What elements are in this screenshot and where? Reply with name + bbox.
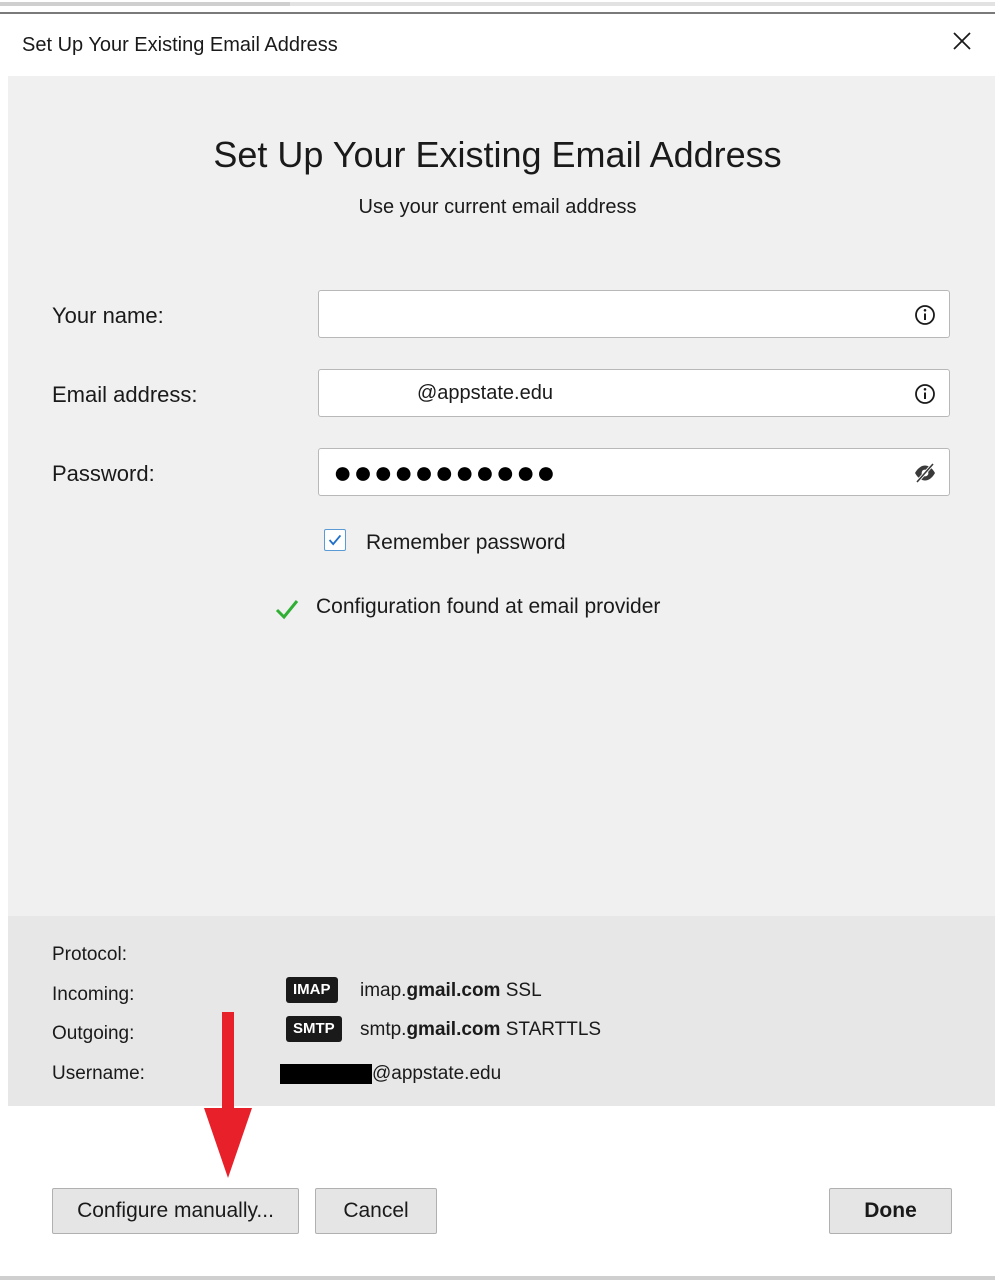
password-label-text: Password: <box>52 461 155 486</box>
incoming-host-domain: gmail.com <box>406 980 501 1001</box>
username-value: @appstate.edu <box>372 1063 502 1084</box>
outgoing-label: Outgoing: <box>52 1023 135 1044</box>
incoming-server: imap.gmail.com SSL <box>360 980 542 1002</box>
cancel-button[interactable]: Cancel <box>315 1188 437 1234</box>
protocol-label: Protocol: <box>52 944 127 965</box>
email-value: @appstate.edu <box>417 382 553 404</box>
info-icon[interactable] <box>913 382 937 406</box>
redaction-bar <box>280 1064 372 1084</box>
password-field[interactable]: ●●●●●●●●●●● <box>318 448 950 496</box>
email-label-text: Email address: <box>52 382 198 407</box>
top-edge-strip <box>290 2 995 6</box>
outgoing-host-prefix: smtp. <box>360 1019 407 1040</box>
email-label: Email address: <box>52 382 198 408</box>
password-dots: ●●●●●●●●●●● <box>333 454 557 490</box>
remember-password-checkbox[interactable] <box>324 529 346 551</box>
checkmark-icon <box>328 534 342 546</box>
incoming-security: SSL <box>505 980 542 1001</box>
incoming-label: Incoming: <box>52 984 135 1005</box>
page-subheading: Use your current email address <box>358 196 637 218</box>
red-arrow-annotation <box>204 1012 252 1178</box>
config-summary-panel <box>8 916 995 1106</box>
password-label: Password: <box>52 461 155 487</box>
hide-password-icon[interactable] <box>913 461 937 485</box>
config-status: Configuration found at email provider <box>316 595 661 618</box>
email-field[interactable]: @appstate.edu <box>318 369 950 417</box>
title-bar: Set Up Your Existing Email Address <box>0 12 995 76</box>
top-edge-strip <box>0 2 290 6</box>
close-icon[interactable] <box>947 26 977 56</box>
imap-badge: IMAP <box>286 977 338 1003</box>
remember-password-text: Remember password <box>366 531 566 554</box>
outgoing-host-domain: gmail.com <box>406 1019 501 1040</box>
smtp-badge: SMTP <box>286 1016 342 1042</box>
outgoing-security: STARTTLS <box>505 1019 602 1040</box>
name-label: Your name: <box>52 303 164 329</box>
incoming-host-prefix: imap. <box>360 980 407 1001</box>
top-edge <box>0 0 995 8</box>
name-field[interactable] <box>318 290 950 338</box>
success-check-icon <box>275 600 299 620</box>
configure-manually-button[interactable]: Configure manually... <box>52 1188 299 1234</box>
name-label-text: Your name: <box>52 303 164 328</box>
done-button[interactable]: Done <box>829 1188 952 1234</box>
outgoing-server: smtp.gmail.com STARTTLS <box>360 1019 601 1041</box>
info-icon[interactable] <box>913 303 937 327</box>
page-heading: Set Up Your Existing Email Address <box>213 134 782 175</box>
bottom-edge <box>0 1276 995 1280</box>
username-label: Username: <box>52 1063 145 1084</box>
remember-password-label[interactable]: Remember password <box>366 531 566 555</box>
window-title: Set Up Your Existing Email Address <box>22 34 338 56</box>
